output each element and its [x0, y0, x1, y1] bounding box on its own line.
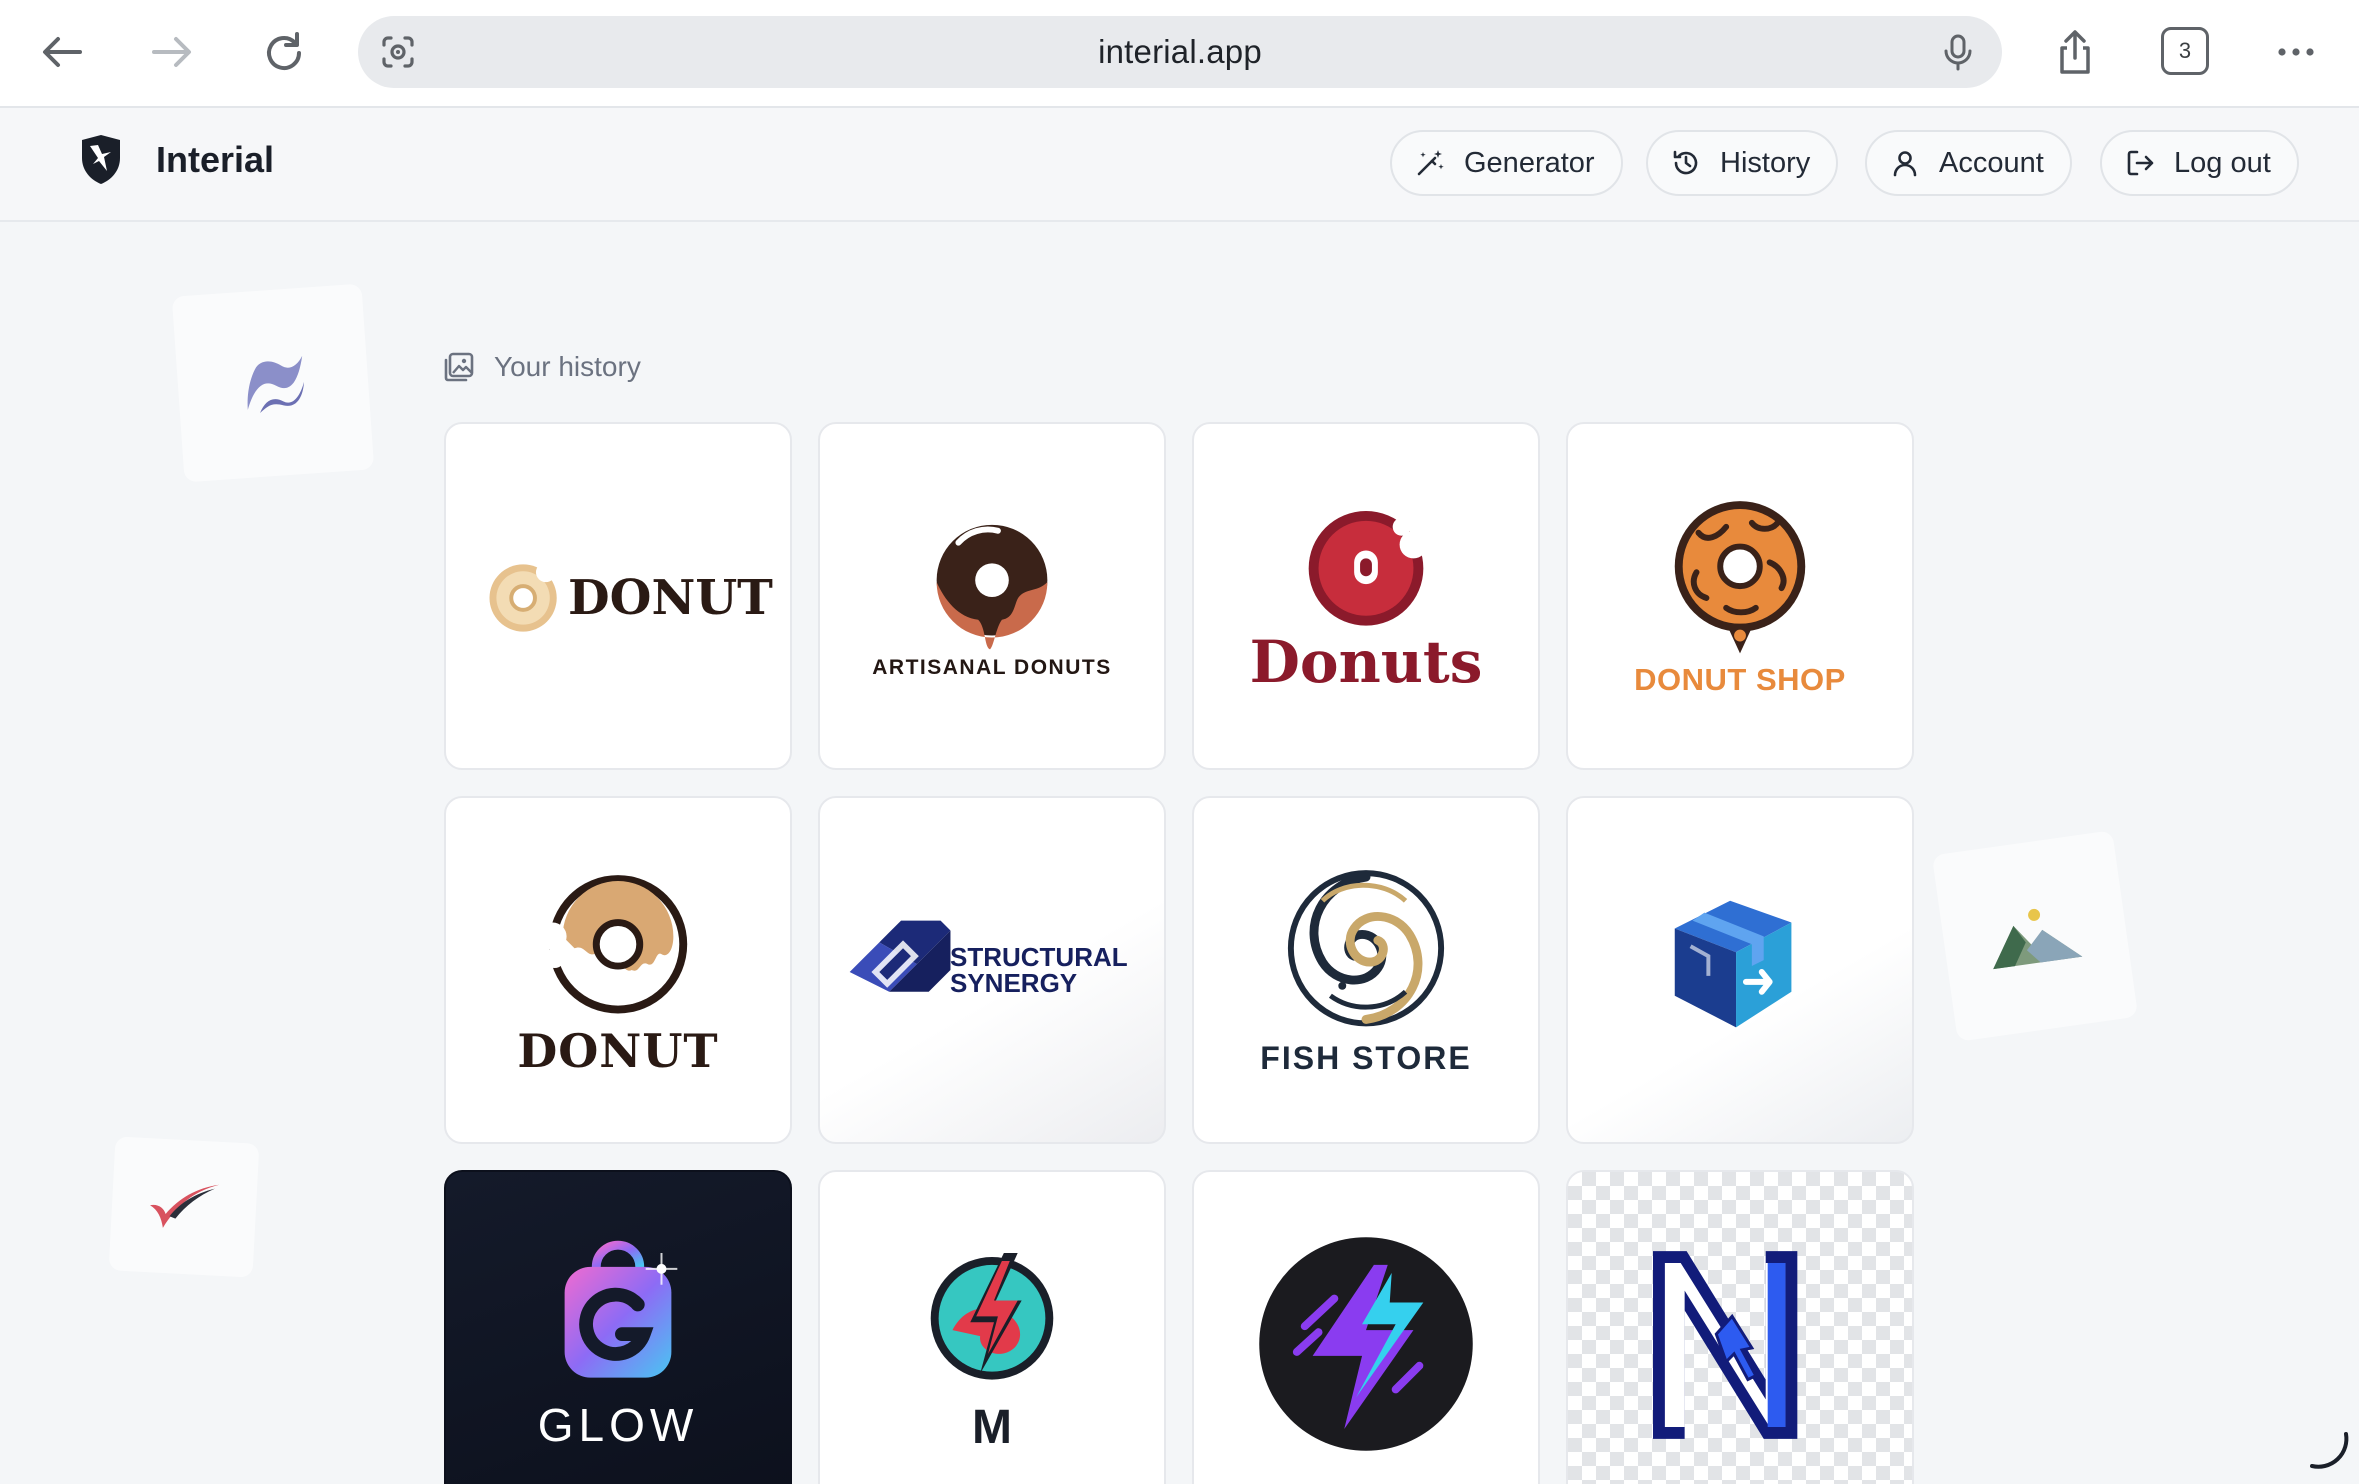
history-item[interactable] [1566, 796, 1914, 1144]
nav-generator-label: Generator [1464, 146, 1595, 179]
logo-text: ARTISANAL DONUTS [872, 656, 1112, 679]
user-icon [1893, 151, 1917, 177]
back-arrow-icon [43, 37, 82, 67]
brand-name: Interial [156, 139, 275, 180]
history-heading: Your history [442, 350, 641, 384]
gallery-icon [444, 352, 474, 382]
logo-text: DONUT SHOP [1634, 662, 1846, 697]
history-item[interactable] [1566, 1170, 1914, 1484]
more-menu-button[interactable] [2262, 18, 2330, 86]
history-item[interactable]: FISH STORE [1192, 796, 1540, 1144]
logo-text: GLOW [537, 1399, 699, 1451]
logo-text: FISH STORE [1260, 1040, 1472, 1076]
share-icon [2060, 30, 2090, 74]
more-icon [2278, 48, 2314, 56]
history-item[interactable]: ARTISANAL DONUTS [818, 422, 1166, 770]
bitten-donut-icon [1308, 510, 1428, 626]
decorative-check-card [108, 1136, 260, 1278]
logout-icon [2127, 150, 2154, 176]
donut-pin-icon [1674, 501, 1806, 654]
logout-button[interactable]: Log out [2100, 130, 2299, 196]
letter-n-logo-icon [1653, 1251, 1798, 1439]
history-item[interactable]: STRUCTURAL SYNERGY [818, 796, 1166, 1144]
tab-count: 3 [2178, 38, 2192, 63]
mountain-icon [1993, 908, 2083, 970]
logo-text-line2: SYNERGY [950, 968, 1078, 998]
lightning-bolt-icon [1259, 1237, 1473, 1451]
history-icon [1673, 150, 1698, 175]
logo-text: M [972, 1401, 1012, 1454]
reload-icon [267, 32, 301, 70]
history-item[interactable] [1192, 1170, 1540, 1484]
address-bar[interactable]: interial.app [358, 16, 2002, 88]
nav-account-button[interactable]: Account [1865, 130, 2072, 196]
logo-text: DONUT [568, 570, 773, 626]
nav-history-label: History [1720, 146, 1811, 179]
wave-logo-icon [247, 355, 304, 413]
url-text: interial.app [1098, 33, 1262, 70]
logo-text: DONUT [517, 1024, 719, 1078]
history-item[interactable]: DONUT [444, 796, 792, 1144]
history-item[interactable]: Donuts [1192, 422, 1540, 770]
browser-toolbar: interial.app 3 [0, 0, 2359, 108]
history-item[interactable]: DONUT SHOP [1566, 422, 1914, 770]
reload-button[interactable] [250, 18, 318, 86]
logo-text: Donuts [1249, 628, 1483, 696]
history-heading-text: Your history [494, 351, 641, 382]
nav-account-label: Account [1939, 146, 2044, 179]
history-item[interactable]: GLOW [444, 1170, 792, 1484]
logo-text-line1: STRUCTURAL [950, 942, 1128, 972]
brand-logo-icon [82, 135, 120, 184]
back-button[interactable] [28, 18, 96, 86]
tabs-button[interactable]: 3 [2161, 27, 2209, 75]
share-button[interactable] [2041, 18, 2109, 86]
nav-generator-button[interactable]: Generator [1390, 130, 1623, 196]
history-grid: DONUT ARTISANAL DONUTS Donuts DONUT SHOP… [444, 422, 1914, 1484]
decorative-logo-card [171, 283, 375, 483]
dripping-donut-icon [936, 524, 1048, 650]
brand[interactable]: Interial [76, 132, 274, 188]
forward-button[interactable] [138, 18, 206, 86]
decorative-mountain-card [1931, 830, 2139, 1042]
koi-fish-icon [1287, 870, 1445, 1027]
forward-arrow-icon [152, 37, 191, 67]
history-item[interactable]: DONUT [444, 422, 792, 770]
nav-history-button[interactable]: History [1646, 130, 1839, 196]
lens-icon[interactable] [376, 30, 420, 74]
app-header: Interial Generator History Account Log o… [0, 108, 2359, 222]
loading-spinner-icon [2310, 1432, 2349, 1469]
magic-wand-icon [1417, 150, 1444, 176]
mic-icon[interactable] [1936, 30, 1980, 74]
package-box-icon [1674, 900, 1792, 1028]
bitten-donut-icon [538, 875, 688, 1014]
history-item[interactable]: M [818, 1170, 1166, 1484]
logout-label: Log out [2174, 146, 2271, 179]
swoosh-check-icon [150, 1184, 220, 1228]
